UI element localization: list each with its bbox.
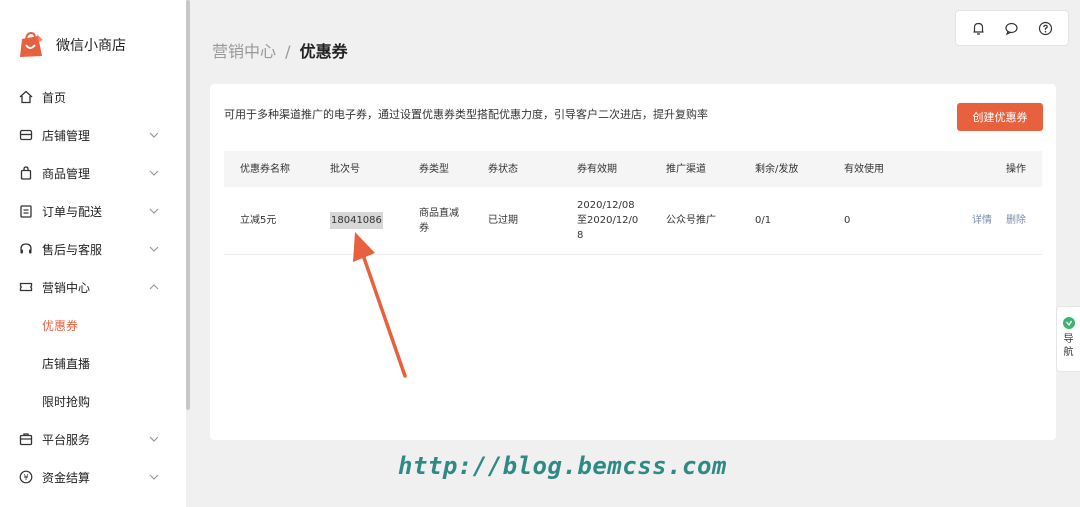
sidebar-item-marketing[interactable]: 营销中心 [0,268,186,306]
chevron-down-icon [148,471,160,483]
app-logo[interactable]: 微信小商店 [16,30,126,60]
promotion-channel: 公众号推广 [666,215,716,226]
sidebar-item-label: 订单与配送 [42,204,103,219]
details-link[interactable]: 详情 [972,213,992,228]
floating-nav-label: 航 [1063,347,1074,358]
sidebar-subitem-coupons[interactable]: 优惠券 [0,306,186,344]
column-header: 券有效期 [577,163,617,175]
page-title: 优惠券 [299,42,348,61]
yen-icon: ¥ [18,469,34,485]
sidebar-item-label: 店铺管理 [42,128,91,143]
coupon-table: 优惠券名称 批次号 券类型 券状态 券有效期 推广渠道 剩余/发放 有效使用 操… [224,151,1042,255]
check-badge-icon [1062,317,1075,329]
chevron-down-icon [148,129,160,141]
breadcrumb: 营销中心 / 优惠券 [212,38,348,62]
sidebar-item-label: 售后与客服 [42,242,103,257]
sidebar-item-label: 资金结算 [42,470,91,485]
store-icon [18,127,34,143]
coupon-validity: 2020/12/08至2020/12/08 [577,200,639,241]
batch-number: 18041086 [330,212,383,229]
sidebar-item-platform[interactable]: 平台服务 [0,420,186,458]
help-icon[interactable] [1036,19,1054,37]
headset-icon [18,241,34,257]
breadcrumb-separator: / [285,42,291,61]
delete-link[interactable]: 删除 [1006,213,1026,228]
coupon-type: 商品直减券 [419,207,459,234]
column-header: 操作 [1006,163,1026,175]
watermark-text: http://blog.bemcss.com [398,452,727,480]
sidebar-subitem-flash-sale[interactable]: 限时抢购 [0,382,186,420]
sidebar-nav: 首页 店铺管理 商品管理 订单与配送 售后与客服 营销中心 优惠券 店铺直播 限… [0,78,186,496]
chat-icon[interactable] [1003,19,1021,37]
sidebar-item-aftersales[interactable]: 售后与客服 [0,230,186,268]
sidebar-item-orders[interactable]: 订单与配送 [0,192,186,230]
home-icon [18,89,34,105]
column-header: 批次号 [330,163,360,175]
breadcrumb-parent[interactable]: 营销中心 [212,42,276,61]
floating-nav-label: 导 [1063,334,1074,345]
remaining-issued: 0/1 [755,215,772,226]
column-header: 有效使用 [844,163,884,175]
order-icon [18,203,34,219]
table-row: 立减5元 18041086 商品直减券 已过期 2020/12/08至2020/… [224,187,1042,255]
sidebar-item-settlement[interactable]: ¥ 资金结算 [0,458,186,496]
row-actions: 详情 删除 [972,187,1026,254]
bag-icon [18,165,34,181]
column-header: 推广渠道 [666,163,706,175]
shop-bag-logo-icon [16,30,46,60]
table-header: 优惠券名称 批次号 券类型 券状态 券有效期 推广渠道 剩余/发放 有效使用 操… [224,151,1042,187]
bell-icon[interactable] [970,19,988,37]
ticket-icon [18,279,34,295]
coupon-description: 可用于多种渠道推广的电子券，通过设置优惠券类型搭配优惠力度，引导客户二次进店，提… [224,108,708,121]
coupon-card: 可用于多种渠道推广的电子券，通过设置优惠券类型搭配优惠力度，引导客户二次进店，提… [210,84,1056,440]
chevron-down-icon [148,433,160,445]
sidebar-item-label: 首页 [42,90,67,105]
sidebar-subitem-live[interactable]: 店铺直播 [0,344,186,382]
sidebar-item-home[interactable]: 首页 [0,78,186,116]
column-header: 剩余/发放 [755,163,799,175]
column-header: 优惠券名称 [240,163,290,175]
chevron-down-icon [148,167,160,179]
sidebar: 微信小商店 首页 店铺管理 商品管理 订单与配送 售后与客服 营销中心 优惠券 … [0,0,186,507]
sidebar-item-label: 商品管理 [42,166,91,181]
chevron-up-icon [148,281,160,293]
coupon-name: 立减5元 [240,215,277,226]
chevron-down-icon [148,243,160,255]
sidebar-scrollbar[interactable] [186,0,190,410]
platform-icon [18,431,34,447]
sidebar-item-label: 平台服务 [42,432,91,447]
top-action-bar [955,10,1069,46]
app-title: 微信小商店 [56,38,126,54]
chevron-down-icon [148,205,160,217]
column-header: 券类型 [419,163,449,175]
floating-nav-button[interactable]: 导 航 [1056,306,1080,372]
svg-text:¥: ¥ [23,473,28,482]
create-coupon-button[interactable]: 创建优惠券 [957,103,1043,131]
column-header: 券状态 [488,163,518,175]
sidebar-item-products[interactable]: 商品管理 [0,154,186,192]
batch-cell: 18041086 [330,187,383,254]
sidebar-item-label: 营销中心 [42,280,91,295]
coupon-status: 已过期 [488,215,518,226]
valid-usage: 0 [844,215,851,226]
sidebar-item-store[interactable]: 店铺管理 [0,116,186,154]
